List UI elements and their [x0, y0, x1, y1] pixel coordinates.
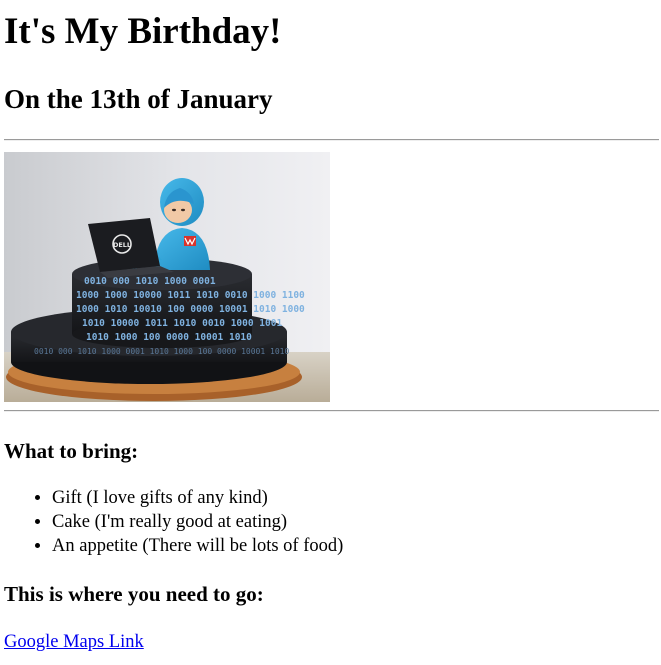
- list-item: An appetite (There will be lots of food): [52, 534, 343, 558]
- cake-photo: 0010 000 1010 1000 0001 1000 1000 10000 1…: [4, 152, 330, 402]
- google-maps-link[interactable]: Google Maps Link: [4, 630, 144, 654]
- laptop-brand: DELL: [113, 241, 131, 249]
- cake-binary-text: 0010 000 1010 1000 0001 1010 1000 100 00…: [34, 347, 289, 356]
- cake-binary-text: 1010 1000 100 0000 10001 1010: [86, 332, 252, 343]
- bring-list: Gift (I love gifts of any kind) Cake (I'…: [4, 486, 343, 558]
- list-item: Gift (I love gifts of any kind): [52, 486, 343, 510]
- list-item: Cake (I'm really good at eating): [52, 510, 343, 534]
- cake-binary-text: 1000 1010 10010 100 0000 10001 1010 1000: [76, 304, 305, 315]
- divider-top: [4, 139, 659, 141]
- page-subtitle: On the 13th of January: [4, 84, 273, 114]
- cake-binary-text: 1010 10000 1011 1010 0010 1000 1001: [82, 318, 282, 329]
- divider-bottom: [4, 410, 659, 412]
- cake-binary-text: 0010 000 1010 1000 0001: [84, 276, 216, 287]
- location-heading: This is where you need to go:: [4, 582, 264, 606]
- bring-heading: What to bring:: [4, 439, 139, 463]
- cake-binary-text: 1000 1000 10000 1011 1010 0010 1000 1100: [76, 290, 305, 301]
- page-title: It's My Birthday!: [4, 11, 282, 52]
